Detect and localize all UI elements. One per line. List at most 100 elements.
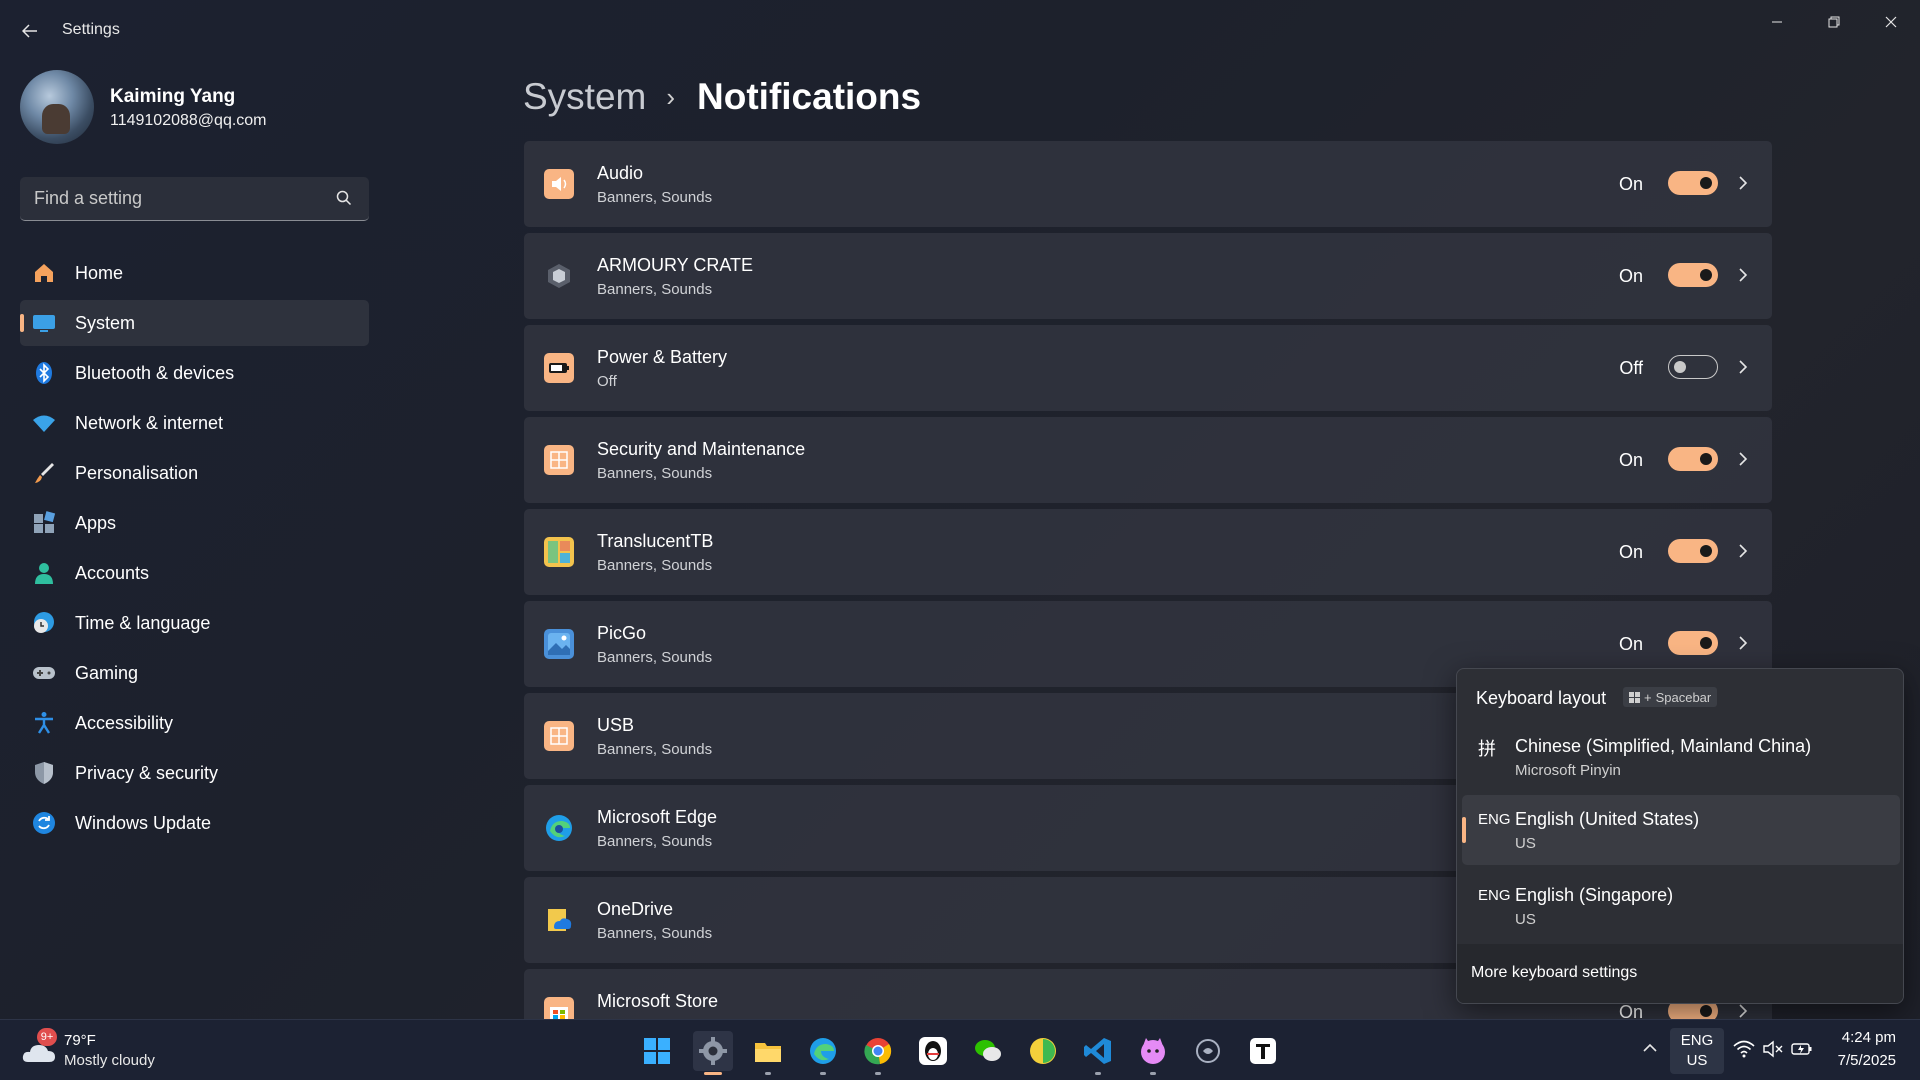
layout-sub: Microsoft Pinyin (1515, 762, 1621, 779)
chevron-right-icon[interactable] (1736, 357, 1750, 377)
sidebar-item-label: Bluetooth & devices (75, 362, 235, 383)
layout-code: 拼 (1478, 739, 1496, 759)
taskbar-edge[interactable] (803, 1031, 843, 1075)
sidebar-item-system[interactable]: System (20, 300, 369, 346)
sidebar-item-personalisation[interactable]: Personalisation (20, 450, 369, 496)
row-subtitle: Banners, Sounds (597, 189, 713, 206)
start-button[interactable] (637, 1031, 677, 1071)
bluetooth-icon (32, 361, 56, 385)
sidebar-item-gaming[interactable]: Gaming (20, 650, 369, 696)
running-indicator (875, 1072, 881, 1075)
notification-toggle[interactable] (1668, 171, 1718, 195)
layout-name: English (United States) (1515, 809, 1700, 829)
notification-toggle[interactable] (1668, 631, 1718, 655)
minimize-button[interactable] (1754, 6, 1800, 38)
sidebar-item-label: Network & internet (75, 412, 224, 433)
wechat-icon (975, 1040, 1001, 1061)
volume-muted-icon[interactable] (1762, 1039, 1784, 1059)
layout-option-english-us[interactable]: ENG English (United States) US (1462, 795, 1900, 865)
sidebar-item-label: Personalisation (75, 462, 199, 483)
sidebar-item-time-language[interactable]: Time & language (20, 600, 369, 646)
taskbar-vscode[interactable] (1078, 1031, 1118, 1075)
sidebar-item-label: Apps (75, 512, 117, 533)
chevron-right-icon[interactable] (1736, 541, 1750, 561)
taskbar-cat-app[interactable] (1133, 1031, 1173, 1075)
taskbar-qq[interactable] (913, 1031, 953, 1071)
back-button[interactable] (18, 20, 42, 42)
settings-icon (699, 1037, 727, 1065)
layout-code: ENG (1478, 887, 1511, 904)
notification-toggle[interactable] (1668, 263, 1718, 287)
notification-toggle[interactable] (1668, 355, 1718, 379)
taskbar-file-explorer[interactable] (748, 1031, 788, 1075)
sidebar-item-home[interactable]: Home (20, 250, 369, 296)
armoury-crate-icon (544, 261, 574, 291)
row-subtitle: Banners, Sounds (597, 741, 713, 758)
taskbar-green-app[interactable] (1023, 1031, 1063, 1071)
sidebar-item-apps[interactable]: Apps (20, 500, 369, 546)
clock-date[interactable]: 7/5/2025 (1838, 1052, 1896, 1069)
notification-toggle[interactable] (1668, 447, 1718, 471)
store-icon (544, 997, 574, 1019)
row-title: Audio (597, 163, 644, 183)
sidebar-item-label: Windows Update (75, 812, 212, 833)
keyboard-layout-flyout: Keyboard layout + Spacebar 拼 Chinese (Si… (1456, 668, 1904, 1004)
layout-option-chinese[interactable]: 拼 Chinese (Simplified, Mainland China) M… (1462, 722, 1900, 792)
breadcrumb-separator-icon: › (666, 81, 676, 112)
notification-row-translucenttb[interactable]: TranslucentTB Banners, Sounds On (524, 509, 1772, 595)
taskbar-circle-app[interactable] (1188, 1031, 1228, 1071)
row-subtitle: Banners, Sounds (597, 925, 713, 942)
notification-row-armoury-crate[interactable]: ARMOURY CRATE Banners, Sounds On (524, 233, 1772, 319)
running-indicator (1095, 1072, 1101, 1075)
battery-charging-icon[interactable] (1791, 1039, 1813, 1059)
search-input[interactable] (20, 177, 320, 219)
user-email: 1149102088@qq.com (110, 112, 267, 129)
sidebar-item-network[interactable]: Network & internet (20, 400, 369, 446)
more-keyboard-settings-link[interactable]: More keyboard settings (1471, 964, 1637, 982)
shortcut-key: Spacebar (1655, 689, 1712, 705)
edge-icon (544, 813, 574, 843)
sidebar-item-bluetooth[interactable]: Bluetooth & devices (20, 350, 369, 396)
input-indicator[interactable]: ENG US (1670, 1028, 1724, 1074)
chevron-right-icon[interactable] (1736, 265, 1750, 285)
toggle-state-label: On (1618, 542, 1643, 562)
picgo-icon (544, 629, 574, 659)
chevron-right-icon[interactable] (1736, 449, 1750, 469)
taskbar-settings[interactable] (693, 1031, 733, 1075)
notification-row-security-maintenance[interactable]: Security and Maintenance Banners, Sounds… (524, 417, 1772, 503)
toggle-state-label: On (1618, 266, 1643, 286)
notification-toggle[interactable] (1668, 539, 1718, 563)
app-title: Settings (62, 21, 120, 38)
row-title: PicGo (597, 623, 647, 643)
sidebar-item-accessibility[interactable]: Accessibility (20, 700, 369, 746)
circle-app-icon (1196, 1039, 1220, 1063)
show-hidden-icons-chevron-icon[interactable] (1640, 1038, 1660, 1058)
row-title: Power & Battery (597, 347, 728, 367)
sidebar-item-accounts[interactable]: Accounts (20, 550, 369, 596)
clock-time[interactable]: 4:24 pm (1842, 1029, 1896, 1046)
notification-row-power-battery[interactable]: Power & Battery Off Off (524, 325, 1772, 411)
breadcrumb-parent[interactable]: System (523, 76, 646, 118)
usb-icon (544, 721, 574, 751)
sidebar-item-label: Accounts (75, 562, 150, 583)
layout-name: Chinese (Simplified, Mainland China) (1515, 736, 1812, 756)
windows-key-icon (1629, 691, 1640, 703)
apps-icon (32, 511, 56, 535)
sidebar-item-windows-update[interactable]: Windows Update (20, 800, 369, 846)
layout-name: English (Singapore) (1515, 885, 1674, 905)
search-icon[interactable] (335, 189, 353, 207)
taskbar-wechat[interactable] (968, 1031, 1008, 1071)
wifi-icon[interactable] (1733, 1039, 1755, 1059)
flyout-footer: More keyboard settings (1457, 944, 1903, 1003)
avatar[interactable] (20, 70, 94, 144)
input-layout: US (1686, 1052, 1708, 1069)
taskbar-chrome[interactable] (858, 1031, 898, 1075)
sidebar-item-privacy[interactable]: Privacy & security (20, 750, 369, 796)
notification-row-audio[interactable]: Audio Banners, Sounds On (524, 141, 1772, 227)
chevron-right-icon[interactable] (1736, 633, 1750, 653)
layout-option-english-sg[interactable]: ENG English (Singapore) US (1462, 871, 1900, 941)
restore-button[interactable] (1811, 6, 1857, 38)
close-button[interactable] (1868, 6, 1914, 38)
chevron-right-icon[interactable] (1736, 173, 1750, 193)
taskbar-typora[interactable] (1243, 1031, 1283, 1071)
